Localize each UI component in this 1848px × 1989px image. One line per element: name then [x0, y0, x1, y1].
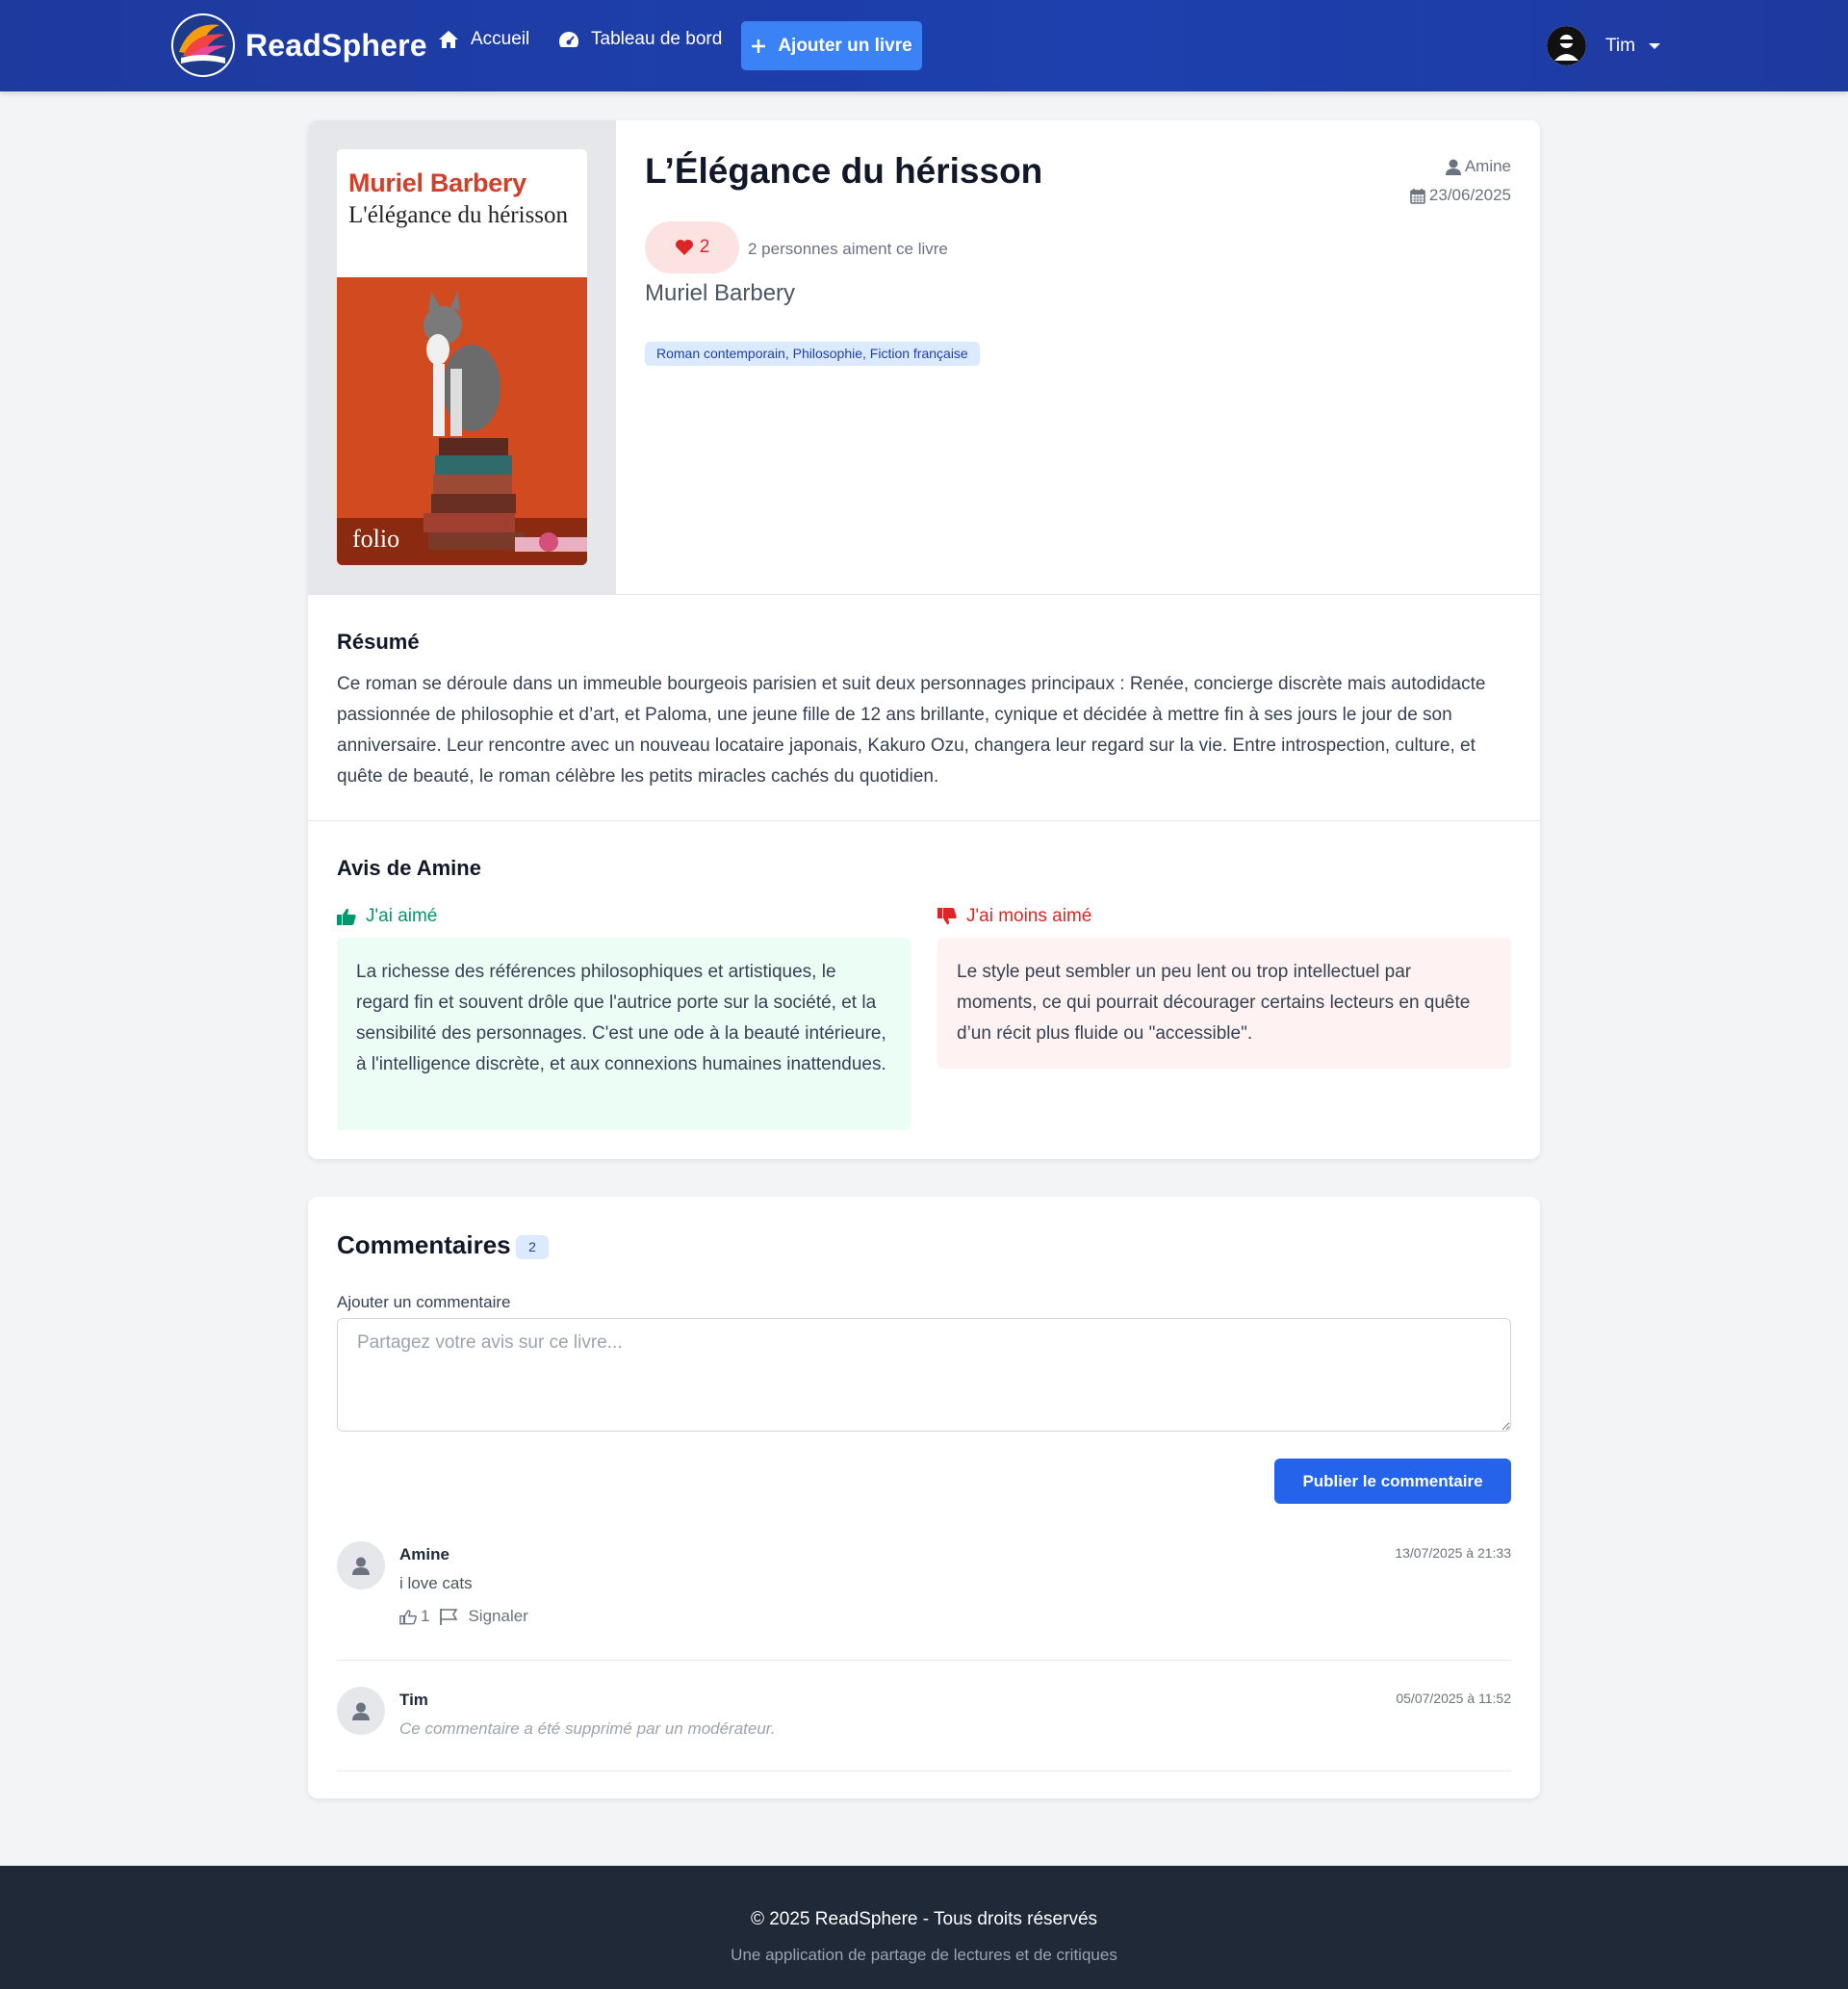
user-icon [352, 1557, 370, 1575]
brand-name: ReadSphere [245, 27, 427, 63]
navbar: ReadSphere Accueil Tableau de bord Ajout… [0, 0, 1848, 91]
cover-publisher: folio [352, 525, 400, 553]
user-menu[interactable]: Tim [1547, 26, 1660, 65]
book-owner: Amine [1410, 152, 1511, 181]
disliked-label: J'ai moins aimé [966, 906, 1092, 926]
comment-item: Tim 05/07/2025 à 11:52 Ce commentaire a … [337, 1687, 1511, 1771]
add-comment-label: Ajouter un commentaire [337, 1293, 511, 1311]
gauge-icon [559, 32, 578, 47]
cover-title: L'élégance du hérisson [348, 202, 569, 228]
footer: © 2025 ReadSphere - Tous droits réservés… [0, 1866, 1848, 1989]
book-owner-name[interactable]: Amine [1465, 152, 1511, 181]
cover-column: Muriel Barbery L'élégance du hérisson fo… [308, 120, 616, 594]
comment-input[interactable] [337, 1318, 1511, 1432]
summary-text: Ce roman se déroule dans un immeuble bou… [337, 674, 1486, 787]
cover-author: Muriel Barbery [348, 168, 526, 197]
comment-date: 05/07/2025 à 11:52 [1396, 1691, 1511, 1706]
cover-illustration: folio [337, 277, 587, 565]
liked-heading: J'ai aimé [337, 906, 437, 927]
book-date-value: 23/06/2025 [1428, 186, 1511, 204]
flag-icon [440, 1609, 458, 1625]
thumbs-up-outline-icon [399, 1609, 417, 1624]
comment-author: Amine [399, 1545, 449, 1563]
user-avatar [1547, 26, 1586, 65]
user-name: Tim [1605, 35, 1635, 56]
comment-separator [337, 1660, 1511, 1661]
disliked-box: Le style peut sembler un peu lent ou tro… [937, 938, 1511, 1069]
liked-label: J'ai aimé [366, 906, 438, 926]
liked-box: La richesse des références philosophique… [337, 938, 911, 1130]
like-count: 2 [699, 237, 710, 257]
calendar-icon [1410, 188, 1425, 204]
book-cover: Muriel Barbery L'élégance du hérisson fo… [337, 149, 587, 565]
genre-badge: Roman contemporain, Philosophie, Fiction… [645, 342, 980, 366]
comments-title: Commentaires [337, 1230, 511, 1259]
nav-home-label: Accueil [471, 29, 530, 49]
review-title: Avis de Amine [337, 856, 481, 880]
footer-tagline: Une application de partage de lectures e… [731, 1946, 1117, 1964]
chevron-down-icon [1648, 42, 1660, 49]
nav-home-link[interactable]: Accueil [438, 29, 529, 50]
brand-link[interactable]: ReadSphere [171, 13, 427, 77]
summary-title: Résumé [337, 630, 420, 654]
thumbs-up-icon [337, 908, 356, 925]
disliked-heading: J'ai moins aimé [937, 906, 1091, 927]
cover-header: Muriel Barbery L'élégance du hérisson [337, 149, 587, 277]
heart-icon [675, 240, 693, 255]
avatar [337, 1687, 385, 1735]
likes-text: 2 personnes aiment ce livre [748, 240, 948, 258]
book-title: L’Élégance du hérisson [645, 151, 1043, 191]
comment-item: Amine 13/07/2025 à 21:33 i love cats 1 S… [337, 1541, 1511, 1661]
report-button[interactable]: Signaler [439, 1607, 528, 1626]
add-book-label: Ajouter un livre [778, 35, 912, 56]
book-author: Muriel Barbery [645, 280, 796, 306]
publish-comment-button[interactable]: Publier le commentaire [1274, 1459, 1511, 1504]
avatar [337, 1541, 385, 1589]
user-icon [352, 1702, 370, 1720]
nav-dashboard-label: Tableau de bord [591, 29, 723, 49]
user-icon [1445, 159, 1461, 175]
comment-like-count: 1 [421, 1607, 430, 1625]
divider [308, 594, 1540, 595]
comments-count-badge: 2 [516, 1235, 549, 1259]
book-detail-card: Muriel Barbery L'élégance du hérisson fo… [308, 120, 1540, 1159]
like-button[interactable]: 2 [645, 221, 739, 273]
comment-date: 13/07/2025 à 21:33 [1395, 1545, 1511, 1561]
plus-icon [752, 39, 766, 53]
footer-copyright: © 2025 ReadSphere - Tous droits réservés [750, 1909, 1098, 1929]
book-date: 23/06/2025 [1410, 181, 1511, 210]
comments-card: Commentaires 2 Ajouter un commentaire Pu… [308, 1197, 1540, 1798]
comment-text: i love cats [399, 1574, 473, 1592]
book-meta: Amine 23/06/2025 [1410, 152, 1511, 210]
brand-logo-icon [171, 13, 235, 77]
add-book-button[interactable]: Ajouter un livre [741, 21, 922, 70]
comment-actions: 1 Signaler [399, 1607, 528, 1626]
thumbs-down-icon [937, 908, 957, 925]
nav-dashboard-link[interactable]: Tableau de bord [558, 29, 722, 50]
comment-author: Tim [399, 1691, 428, 1709]
comment-like-button[interactable]: 1 [399, 1607, 429, 1626]
divider [308, 820, 1540, 821]
report-label: Signaler [468, 1607, 528, 1625]
comment-deleted-text: Ce commentaire a été supprimé par un mod… [399, 1719, 776, 1738]
comment-separator [337, 1770, 1511, 1771]
home-icon [439, 31, 458, 48]
